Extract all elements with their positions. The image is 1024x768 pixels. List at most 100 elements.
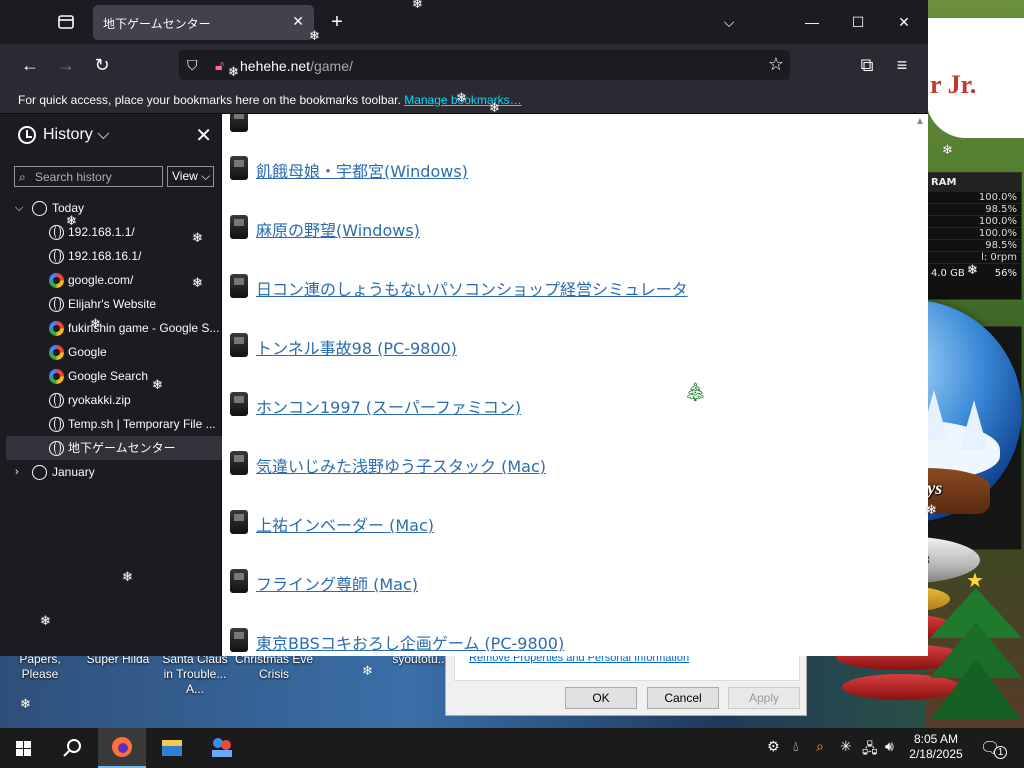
clock-icon: [32, 201, 47, 216]
history-item[interactable]: 192.168.16.1/: [6, 244, 222, 268]
firefox-icon: [112, 737, 132, 757]
firefox-view-icon: [58, 15, 74, 29]
arcade-cabinet-icon: [230, 274, 248, 298]
taskbar: ⚙ 💧︎ ⌕ ✳ 🖧︎ 🔊︎ 8:05 AM 2/18/2025 🗨︎ 1: [0, 728, 1024, 768]
tray-drop-icon[interactable]: 💧︎: [793, 738, 799, 755]
snowflake-icon: ❄: [489, 100, 500, 115]
game-link[interactable]: 飢餓母娘・宇都宮(Windows): [256, 158, 468, 182]
taskbar-firefox[interactable]: [98, 728, 146, 768]
desktop-icon-christmas-eve-crisis[interactable]: Christmas Eve Crisis: [234, 652, 314, 682]
back-arrow-icon[interactable]: ←: [18, 53, 42, 77]
globe-icon: [49, 417, 64, 432]
search-button[interactable]: [48, 728, 96, 768]
game-link[interactable]: 日コン連のしょうもないパソコンショップ経営シミュレータ: [256, 276, 688, 300]
history-item[interactable]: Elijahr's Website: [6, 292, 222, 316]
globe-icon: [49, 225, 64, 240]
list-all-tabs-chevron-icon[interactable]: ⌵: [717, 10, 741, 34]
minimize-button[interactable]: —: [800, 10, 824, 34]
arcade-cabinet-icon: [230, 392, 248, 416]
history-item[interactable]: google.com/: [6, 268, 222, 292]
new-tab-button[interactable]: +: [325, 10, 349, 34]
ram-gadget: RAM 100.0% 98.5% 100.0% 100.0% 98.5% l: …: [926, 172, 1022, 300]
start-button[interactable]: [0, 728, 48, 768]
game-link[interactable]: フライング尊師 (Mac): [256, 571, 418, 595]
desktop-icon-santa-claus[interactable]: Santa Claus in Trouble... A...: [156, 652, 234, 697]
arcade-cabinet-icon: [230, 628, 248, 652]
url-text[interactable]: hehehe.net/game/: [240, 58, 353, 74]
history-item-selected[interactable]: 地下ゲームセンター: [6, 436, 222, 460]
bookmark-star-icon[interactable]: ☆: [768, 54, 784, 75]
clock-date: 2/18/2025: [909, 747, 963, 761]
snowflake-icon: ❄: [942, 142, 953, 157]
network-icon[interactable]: 🖧︎: [862, 738, 878, 762]
cancel-button[interactable]: Cancel: [647, 687, 719, 709]
history-item[interactable]: Google: [6, 340, 222, 364]
clock-time: 8:05 AM: [913, 732, 959, 746]
history-group-january[interactable]: › January: [6, 460, 222, 484]
firefox-view-button[interactable]: [52, 10, 80, 34]
globe-icon: [49, 297, 64, 312]
snowflake-icon: ❄: [228, 64, 239, 79]
ok-button[interactable]: OK: [565, 687, 637, 709]
windows-logo-icon: [16, 741, 31, 756]
view-menu-button[interactable]: View ⌵: [167, 166, 214, 187]
forward-arrow-icon[interactable]: →: [54, 53, 78, 77]
chevron-right-icon[interactable]: ›: [15, 460, 25, 484]
reload-icon[interactable]: ↻: [90, 53, 114, 77]
taskbar-file-explorer[interactable]: [148, 728, 196, 768]
history-group-today[interactable]: ⌵ Today: [6, 196, 222, 220]
scroll-up-arrow-icon[interactable]: ▲: [915, 116, 925, 127]
extensions-puzzle-icon[interactable]: ⧉: [855, 53, 879, 77]
search-icon: ⌕: [19, 170, 26, 184]
tray-search-icon[interactable]: ⌕: [816, 738, 824, 755]
insecure-lock-icon[interactable]: 🔓︎: [215, 57, 224, 74]
history-search-input[interactable]: [35, 169, 159, 185]
snowflake-icon: ❄: [40, 613, 51, 628]
taskbar-clock[interactable]: 8:05 AM 2/18/2025: [906, 732, 966, 762]
clock-icon: [32, 465, 47, 480]
snowflake-icon: ❄: [456, 90, 467, 105]
history-item[interactable]: fukinshin game - Google S...: [6, 316, 222, 340]
snowflake-icon: ❄: [192, 230, 203, 245]
tray-app-icon[interactable]: ⚙: [767, 738, 780, 755]
history-search[interactable]: ⌕: [14, 166, 163, 187]
snowflake-icon: ❄: [309, 28, 320, 43]
close-window-button[interactable]: ✕: [892, 10, 916, 34]
bookmarks-hint: For quick access, place your bookmarks h…: [18, 93, 401, 107]
history-item[interactable]: 192.168.1.1/: [6, 220, 222, 244]
tracking-shield-icon[interactable]: ⛉: [187, 57, 198, 74]
action-center-button[interactable]: 🗨︎ 1: [980, 738, 1008, 760]
taskbar-app[interactable]: [198, 728, 246, 768]
tab-active[interactable]: 地下ゲームセンター ✕: [93, 5, 314, 40]
google-icon: [49, 321, 64, 336]
history-item[interactable]: Google Search: [6, 364, 222, 388]
chevron-down-icon[interactable]: ⌵: [15, 196, 25, 220]
desktop-icon-papers-please[interactable]: Papers, Please: [0, 652, 80, 682]
volume-icon[interactable]: 🔊︎: [885, 738, 894, 755]
sidebar-close-icon[interactable]: ✕: [195, 123, 212, 148]
tab-close-icon[interactable]: ✕: [292, 13, 304, 30]
snowflake-icon: ❄: [66, 213, 77, 228]
hamburger-menu-icon[interactable]: ≡: [890, 53, 914, 77]
snowflake-icon: ❄: [967, 262, 978, 277]
app-people-icon: [212, 738, 232, 757]
maximize-button[interactable]: ☐: [846, 10, 870, 34]
ram-row: 98.5%: [927, 240, 1021, 252]
vertical-scrollbar[interactable]: ▲: [912, 114, 928, 656]
google-icon: [49, 345, 64, 360]
apply-button: Apply: [728, 687, 800, 709]
game-link[interactable]: ホンコン1997 (スーパーファミコン): [256, 394, 521, 418]
game-link[interactable]: 麻原の野望(Windows): [256, 217, 420, 241]
game-link[interactable]: 気違いじみた浅野ゆう子スタック (Mac): [256, 453, 546, 477]
game-link[interactable]: トンネル事故98 (PC-9800): [256, 335, 457, 359]
game-link[interactable]: 上祐インベーダー (Mac): [256, 512, 434, 536]
history-item[interactable]: ryokakki.zip: [6, 388, 222, 412]
history-item[interactable]: Temp.sh | Temporary File ...: [6, 412, 222, 436]
page-content: 飢餓母娘・宇都宮(Windows) 麻原の野望(Windows) 日コン連のしょ…: [222, 114, 928, 656]
tray-snowflake-icon[interactable]: ✳: [840, 738, 852, 755]
address-bar[interactable]: ⛉ 🔓︎ hehehe.net/game/ ☆: [179, 50, 790, 80]
sidebar-switcher[interactable]: History ⌵: [43, 126, 109, 144]
ram-row: 100.0%: [927, 192, 1021, 204]
snowflake-icon: ❄: [122, 569, 133, 584]
game-link[interactable]: 東京BBSコキおろし企画ゲーム (PC-9800): [256, 630, 564, 654]
